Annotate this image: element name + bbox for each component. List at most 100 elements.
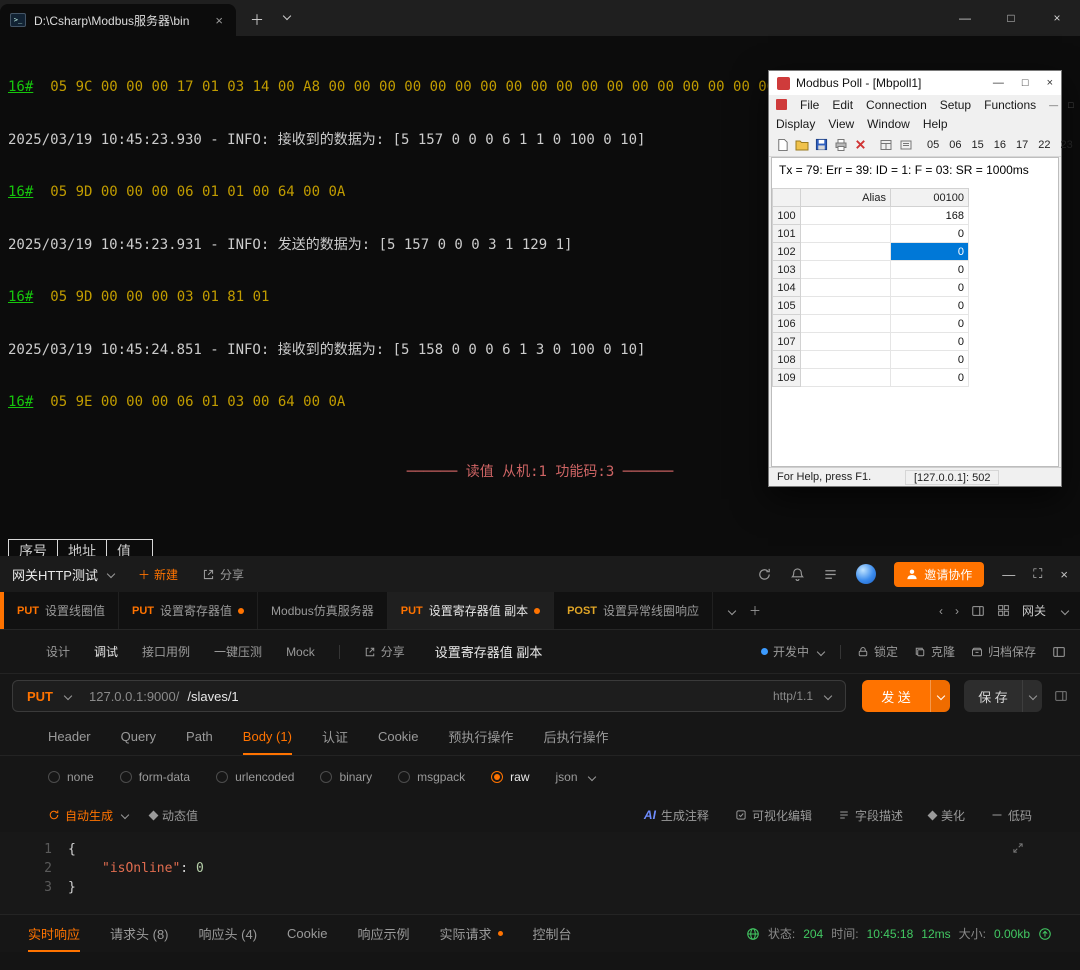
terminal-maximize-button[interactable]: □: [988, 0, 1034, 36]
body-code-editor[interactable]: 1 2 3 { "isOnline": 0 }: [0, 832, 1080, 914]
request-tab[interactable]: PUT 设置线圈值: [4, 592, 120, 629]
terminal-tab[interactable]: >_ D:\Csharp\Modbus服务器\bin ×: [0, 4, 236, 36]
chevron-down-icon[interactable]: [1060, 606, 1070, 615]
http-version-selector[interactable]: http/1.1: [773, 689, 813, 703]
bodytype-msgpack[interactable]: msgpack: [398, 770, 465, 784]
field-description-button[interactable]: 字段描述: [838, 807, 903, 824]
upload-icon[interactable]: [1038, 927, 1052, 941]
function-22-button[interactable]: 22: [1036, 139, 1052, 151]
bodytype-urlencoded[interactable]: urlencoded: [216, 770, 294, 784]
bodytype-none[interactable]: none: [48, 770, 94, 784]
environment-selector[interactable]: 网关: [1022, 602, 1046, 619]
status-selector[interactable]: 开发中: [760, 643, 826, 660]
minimize-button[interactable]: —: [993, 77, 1004, 89]
changelog-icon[interactable]: [823, 567, 838, 582]
forward-arrow-icon[interactable]: ›: [955, 604, 959, 618]
request-tab-active[interactable]: PUT 设置寄存器值 副本: [387, 592, 555, 629]
alias-cell[interactable]: [800, 350, 891, 369]
new-tab-button[interactable]: ＋: [250, 10, 264, 30]
chevron-down-icon[interactable]: [63, 691, 73, 701]
subnav-mock[interactable]: Mock: [286, 645, 315, 659]
tab-list-chevron-icon[interactable]: [280, 8, 292, 26]
tab-query[interactable]: Query: [121, 718, 156, 755]
bodytype-json-selector[interactable]: json: [556, 770, 596, 784]
menu-window[interactable]: Window: [867, 117, 910, 131]
terminal-close-button[interactable]: ×: [1034, 0, 1080, 36]
new-tab-button[interactable]: ＋: [749, 602, 761, 619]
value-column-header[interactable]: 00100: [890, 188, 969, 207]
save-button[interactable]: 保 存: [964, 680, 1022, 712]
tab-realtime-response[interactable]: 实时响应: [28, 915, 81, 952]
alias-cell[interactable]: [800, 332, 891, 351]
beautify-button[interactable]: 美化: [927, 807, 965, 824]
request-tab[interactable]: PUT 设置寄存器值: [119, 592, 259, 629]
tab-response-headers[interactable]: 响应头 (4): [199, 915, 258, 952]
alias-cell[interactable]: [800, 296, 891, 315]
chevron-down-icon[interactable]: [120, 810, 130, 820]
new-request-button[interactable]: ＋新建: [138, 566, 178, 583]
expand-editor-icon[interactable]: [1012, 842, 1024, 854]
print-icon[interactable]: [834, 138, 848, 152]
subnav-loadtest[interactable]: 一键压测: [214, 643, 262, 660]
tab-cookie[interactable]: Cookie: [378, 718, 418, 755]
tab-actual-request[interactable]: 实际请求: [440, 915, 503, 952]
value-cell[interactable]: 0: [890, 332, 969, 351]
cancel-icon[interactable]: [854, 138, 867, 151]
send-button[interactable]: 发 送: [862, 680, 930, 712]
subnav-debug[interactable]: 调试: [94, 643, 118, 660]
value-cell[interactable]: 0: [890, 368, 969, 387]
sync-icon[interactable]: [757, 567, 772, 582]
window-grid-icon[interactable]: [879, 138, 893, 152]
display-icon[interactable]: [899, 138, 913, 152]
dynamic-value-button[interactable]: 动态值: [148, 807, 198, 824]
request-tab[interactable]: Modbus仿真服务器: [258, 592, 388, 629]
share-button[interactable]: 分享: [202, 566, 244, 583]
value-cell-selected[interactable]: 0: [890, 242, 969, 261]
app-logo[interactable]: [856, 564, 877, 584]
clone-button[interactable]: 克隆: [914, 643, 955, 660]
alias-cell[interactable]: [800, 224, 891, 243]
tab-pre-actions[interactable]: 预执行操作: [448, 718, 513, 755]
tab-header[interactable]: Header: [48, 718, 91, 755]
menu-edit[interactable]: Edit: [832, 98, 853, 112]
chevron-down-icon[interactable]: [106, 569, 116, 579]
bell-icon[interactable]: [790, 567, 805, 582]
alias-cell[interactable]: [800, 242, 891, 261]
menu-help[interactable]: Help: [923, 117, 948, 131]
close-button[interactable]: ×: [1060, 567, 1068, 582]
menu-functions[interactable]: Functions: [984, 98, 1036, 112]
new-file-icon[interactable]: [776, 138, 789, 152]
save-icon[interactable]: [815, 138, 828, 151]
menu-view[interactable]: View: [828, 117, 854, 131]
bodytype-form-data[interactable]: form-data: [119, 770, 190, 784]
alias-cell[interactable]: [800, 278, 891, 297]
environment-icon[interactable]: [997, 604, 1010, 617]
bodytype-raw-selected[interactable]: raw: [491, 770, 530, 784]
maximize-button[interactable]: □: [1022, 77, 1029, 89]
method-selector[interactable]: PUT: [27, 689, 53, 704]
url-field[interactable]: PUT 127.0.0.1:9000/ /slaves/1 http/1.1: [12, 680, 846, 712]
value-cell[interactable]: 0: [890, 224, 969, 243]
function-16-button[interactable]: 16: [992, 139, 1008, 151]
value-cell[interactable]: 168: [890, 206, 969, 225]
project-switcher[interactable]: 网关HTTP测试: [12, 565, 98, 584]
panel-layout-icon[interactable]: [971, 604, 985, 618]
request-path-input[interactable]: /slaves/1: [187, 689, 238, 704]
value-cell[interactable]: 0: [890, 350, 969, 369]
request-tab[interactable]: POST 设置异常线圈响应: [554, 592, 714, 629]
menu-file[interactable]: File: [800, 98, 819, 112]
tab-body[interactable]: Body (1): [242, 718, 293, 755]
minimize-button[interactable]: —: [1002, 567, 1015, 582]
alias-cell[interactable]: [800, 206, 891, 225]
tab-list-chevron-icon[interactable]: [727, 606, 737, 615]
invite-collaborate-button[interactable]: 邀请协作: [894, 561, 985, 587]
tab-post-actions[interactable]: 后执行操作: [543, 718, 608, 755]
menu-connection[interactable]: Connection: [866, 98, 927, 112]
save-options-button[interactable]: [1022, 680, 1042, 712]
tab-console[interactable]: 控制台: [533, 915, 572, 952]
tab-auth[interactable]: 认证: [322, 718, 348, 755]
auto-generate-toggle[interactable]: 自动生成: [48, 807, 130, 824]
tab-close-icon[interactable]: ×: [212, 13, 226, 28]
back-arrow-icon[interactable]: ‹: [939, 604, 943, 618]
tab-cookie[interactable]: Cookie: [287, 915, 327, 952]
